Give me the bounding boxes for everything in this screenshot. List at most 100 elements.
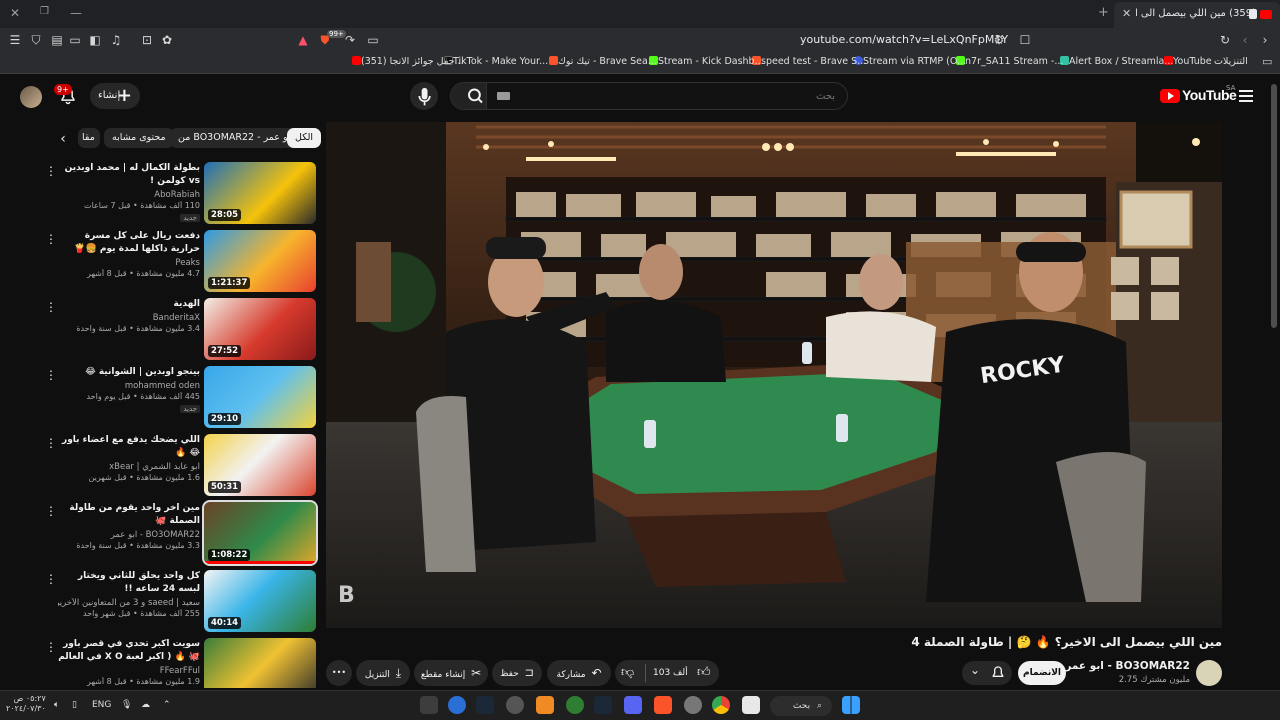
bookmark-item[interactable]: تيك توك - Brave Sea... [545,56,657,67]
recommendation-title[interactable]: مين اخر واحد يقوم من طاولة الصملة 🐙 [58,502,200,528]
power-icon[interactable]: ▯ [72,700,77,710]
video-thumbnail[interactable]: 27:52 [204,298,316,360]
account-avatar[interactable] [20,86,42,108]
video-thumbnail[interactable]: 50:31 [204,434,316,496]
guide-menu-icon[interactable] [1239,90,1253,102]
speaker-icon[interactable]: 🔈︎ [54,700,59,710]
steam-icon[interactable] [594,696,612,714]
chevron-up-icon[interactable]: ⌃ [163,700,171,710]
like-icon[interactable]: 👍︎ [697,660,711,686]
chip-all[interactable]: الكل [287,128,321,148]
audio-playing-icon[interactable] [1249,9,1257,19]
more-actions-icon[interactable]: ⋮ [44,640,58,654]
channel-name[interactable]: ابو عمر - BO3OMAR22 [1050,660,1190,672]
bookmark-item[interactable]: n7r_SA11 Stream -... [952,56,1063,67]
folder-icon[interactable]: ▭ [1262,55,1272,68]
voice-search-button[interactable] [410,82,438,110]
video-thumbnail[interactable]: 1:21:37 [204,230,316,292]
settings-icon[interactable] [684,696,702,714]
more-actions-icon[interactable]: ⋮ [44,164,58,178]
recommendation-title[interactable]: دفعت ريال على كل مسرة حرارية داكلها لمدة… [58,230,200,256]
recommendation-item[interactable]: 50:31 اللي يضحك يدفع مع اعضاء باور 😂 🔥 ا… [44,434,316,498]
ableton-icon[interactable] [536,696,554,714]
video-player[interactable]: ROCKY B [326,122,1222,628]
dislike-icon[interactable]: 👎︎ [621,660,634,686]
bookmark-item[interactable]: (351) حفل جوائز الانجا... [348,56,464,67]
recommendation-item[interactable]: 40:14 كل واحد يحلق للثاني ويختار لبسه 24… [44,570,316,634]
url-text[interactable]: youtube.com/watch?v=LeLxQnFpM1Y [800,33,1008,46]
clock[interactable]: ٠٥:٢٧ ص ٢٠٢٤/٠٧/٣٠ [6,694,46,714]
recommendation-title[interactable]: بطولة الكمال له | محمد اوبدين vs كولمن ! [58,162,200,188]
screenshot-icon[interactable]: ⊡ [140,33,154,47]
clip-button[interactable]: إنشاء مقطع ✂ [414,660,488,686]
back-icon[interactable]: › [1258,33,1272,47]
cloud-icon[interactable]: ☁ [141,700,150,710]
recommendation-item[interactable]: 29:10 بينجو اوبدين | الشوانية 😂 mohammed… [44,366,316,430]
reload-icon[interactable]: ↻ [1218,33,1232,47]
recommendation-item[interactable]: 1:08:22 مين اخر واحد يقوم من طاولة الصمل… [44,500,318,566]
site-settings-icon[interactable]: ⚙ [992,33,1006,47]
windows-start-icon[interactable] [842,696,860,714]
bookmark-item[interactable]: Stream via RTMP (O... [850,56,966,67]
recommendation-channel[interactable]: FFearFFul [58,666,200,676]
more-actions-icon[interactable]: ⋮ [44,504,58,518]
recommendation-item[interactable]: 1:21:37 دفعت ريال على كل مسرة حرارية داك… [44,230,316,294]
xbox-icon[interactable] [566,696,584,714]
share-page-icon[interactable]: ↷ [343,33,357,47]
chip-related[interactable]: مقا [78,128,100,148]
app-icon[interactable] [448,696,466,714]
search-input[interactable] [493,83,841,109]
chrome-icon[interactable] [712,696,730,714]
recommendation-channel[interactable]: AboRabiah [58,190,200,200]
recommendation-channel[interactable]: mohammed oden [58,381,200,391]
video-thumbnail[interactable]: 28:05 [204,162,316,224]
microphone-tray-icon[interactable]: 🎙︎ [121,700,132,710]
shield-settings-icon[interactable]: ⛉ [29,33,43,47]
obs-studio-icon[interactable] [506,696,524,714]
recommendation-channel[interactable]: BanderitaX [58,313,200,323]
reading-list-icon[interactable]: ▭ [68,33,82,47]
recommendation-item[interactable]: 27:52 الهدية BanderitaX 3.4 مليون مشاهدة… [44,298,316,362]
task-view-icon[interactable] [742,696,760,714]
cast-icon[interactable]: ▭ [366,33,380,47]
taskbar-search[interactable]: بحث ⌕ [770,696,832,716]
language-indicator[interactable]: ENG [92,700,111,710]
recommendation-item[interactable]: 28:05 بطولة الكمال له | محمد اوبدين vs ك… [44,162,316,226]
bookmark-item[interactable]: Alert Box / Streamla... [1056,56,1173,67]
video-thumbnail[interactable]: 40:14 [204,570,316,632]
sidebar-toggle-icon[interactable]: ◧ [88,33,102,47]
more-actions-icon[interactable]: ⋮ [44,572,58,586]
page-scrollbar[interactable] [1271,84,1277,328]
close-tab-icon[interactable]: ✕ [1122,7,1131,20]
share-button[interactable]: مشاركة ↶ [547,660,611,686]
recommendation-title[interactable]: اللي يضحك يدفع مع اعضاء باور 😂 🔥 [58,434,200,460]
recommendation-channel[interactable]: BO3OMAR22 - ابو عمر [58,530,200,540]
stream-deck-icon[interactable] [420,696,438,714]
download-button[interactable]: التنزيل ⤓ [356,660,410,686]
forward-icon[interactable]: ‹ [1238,33,1252,47]
more-actions-button[interactable]: ••• [326,660,352,686]
search-button[interactable] [451,83,487,109]
recommendation-channel[interactable]: سعيد | saeed و 3 من المتعاونين الآخرين [58,598,200,608]
bookmark-item[interactable]: التنزيلات [1214,56,1248,67]
discord-icon[interactable] [624,696,642,714]
more-actions-icon[interactable]: ⋮ [44,232,58,246]
recommendation-channel[interactable]: ابو عابد الشمري | xBear [58,462,200,472]
recommendation-title[interactable]: كل واحد يحلق للثاني ويختار لبسه 24 ساعه … [58,570,200,596]
close-window-icon[interactable]: ✕ [10,6,20,20]
save-button[interactable]: حفظ ⊐ [492,660,542,686]
brave-rewards-icon[interactable]: ▲ [296,33,310,47]
like-count[interactable]: 103 ألف [653,660,688,686]
more-actions-icon[interactable]: ⋮ [44,436,58,450]
more-actions-icon[interactable]: ⋮ [44,368,58,382]
bookmark-icon[interactable]: ☐ [1018,33,1032,47]
video-thumbnail[interactable]: 29:10 [204,366,316,428]
channel-avatar[interactable] [1196,660,1222,686]
new-tab-icon[interactable]: + [1098,5,1109,20]
wallet-icon[interactable]: ▤ [50,33,64,47]
restore-window-icon[interactable]: ❐ [40,6,49,17]
minimize-window-icon[interactable]: — [70,6,82,20]
recommendation-title[interactable]: الهدية [58,298,200,311]
recommendation-channel[interactable]: Peaks [58,258,200,268]
chip-similar[interactable]: محتوى مشابه [104,128,174,148]
